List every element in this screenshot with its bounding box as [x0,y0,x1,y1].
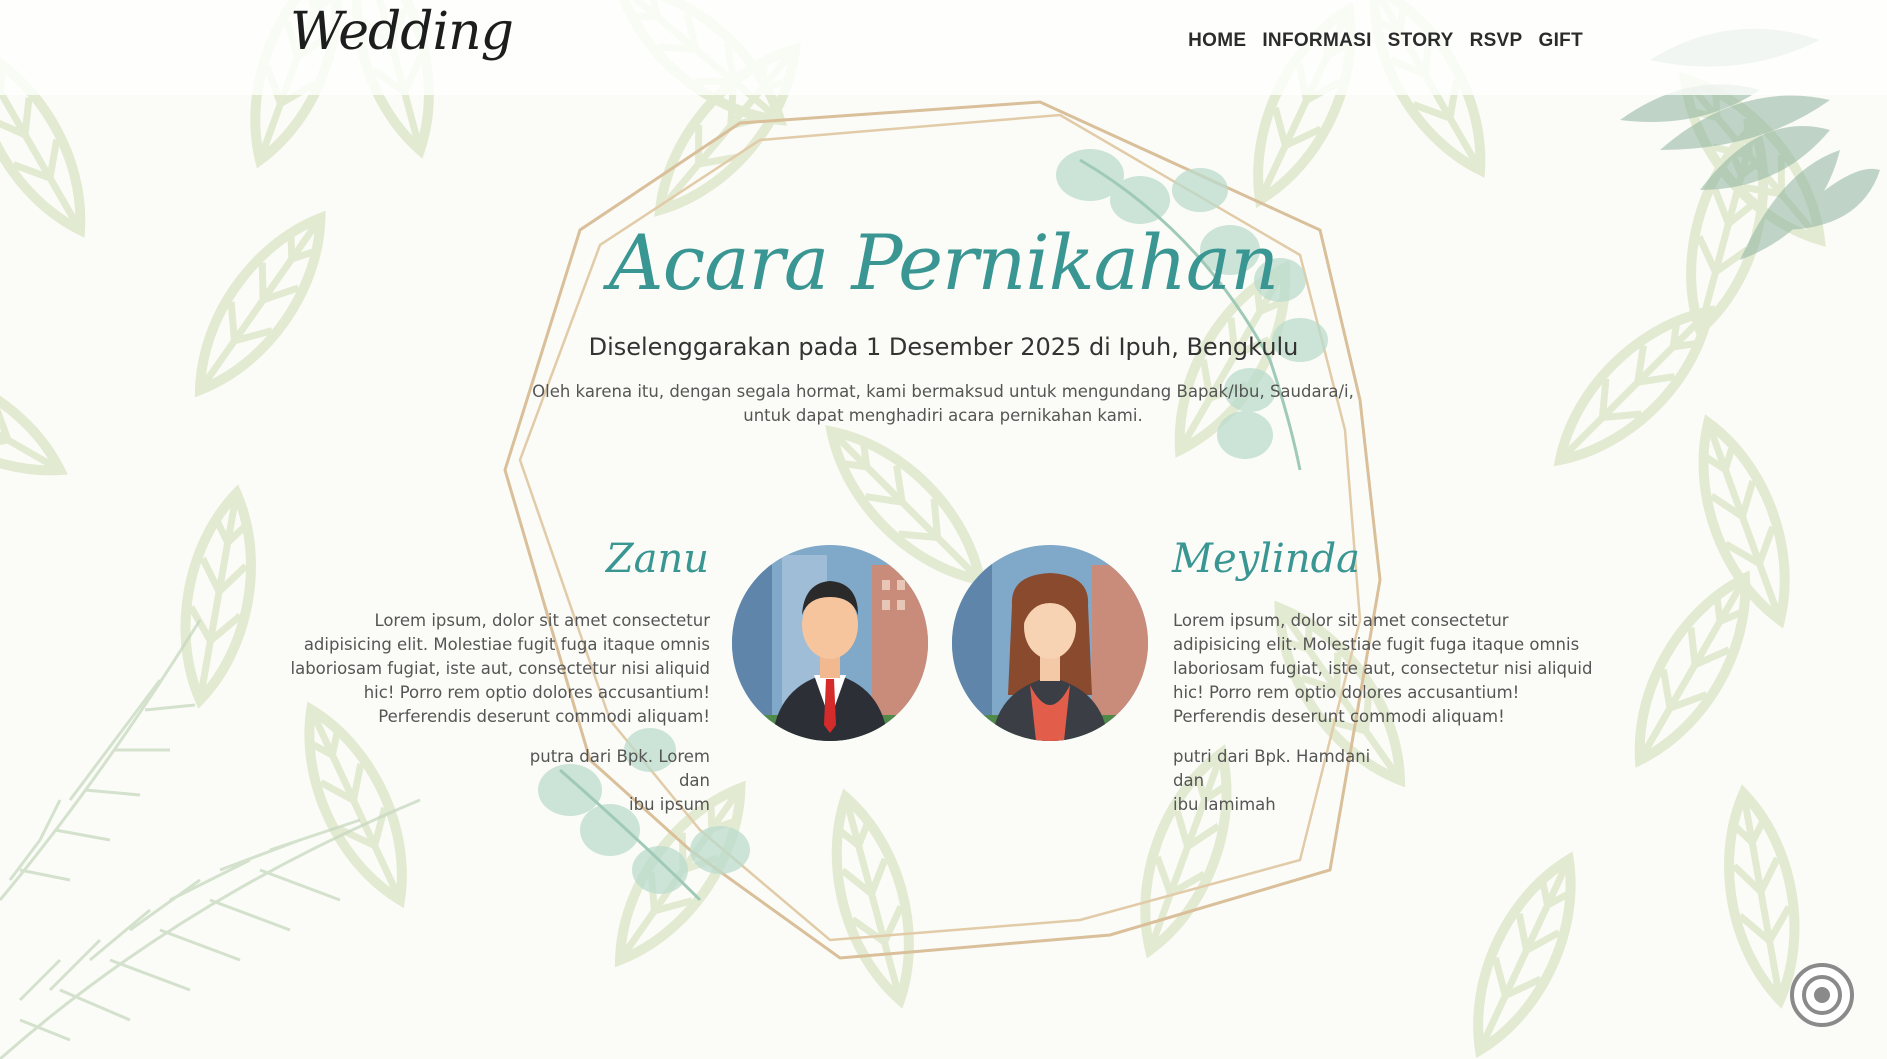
nav-links: HOME INFORMASI STORY RSVP GIFT [1188,30,1583,52]
bride-bio: Lorem ipsum, dolor sit amet consectetur … [1173,611,1593,726]
nav-story[interactable]: STORY [1388,30,1454,52]
nav-informasi[interactable]: INFORMASI [1262,30,1371,52]
groom-parents-and: dan [678,771,710,790]
groom-parents: putra dari Bpk. Lorem dan ibu ipsum [290,745,710,817]
audio-toggle-icon [1790,963,1854,1027]
bride-parents-mother: ibu lamimah [1173,795,1276,814]
audio-toggle-button[interactable] [1788,961,1856,1029]
brand-logo[interactable]: Wedding [290,2,514,62]
groom-parents-father: putra dari Bpk. Lorem [529,747,710,766]
bride-avatar [952,545,1148,741]
top-navbar: Wedding HOME INFORMASI STORY RSVP GIFT [0,0,1887,95]
page-title: Acara Pernikahan [608,218,1279,307]
bride-parents-and: dan [1173,771,1205,790]
bride-parents: putri dari Bpk. Hamdani dan ibu lamimah [1173,745,1593,817]
nav-rsvp[interactable]: RSVP [1470,30,1523,52]
nav-gift[interactable]: GIFT [1539,30,1583,52]
invitation-text: Oleh karena itu, dengan segala hormat, k… [532,382,1354,425]
groom-name: Zanu [605,536,709,582]
event-section: Acara Pernikahan Diselenggarakan pada 1 … [0,0,1887,1059]
groom-bio: Lorem ipsum, dolor sit amet consectetur … [290,611,710,726]
groom-avatar [732,545,928,741]
groom-parents-mother: ibu ipsum [629,795,710,814]
event-subtitle: Diselenggarakan pada 1 Desember 2025 di … [588,333,1299,361]
bride-name: Meylinda [1172,536,1361,582]
bride-parents-father: putri dari Bpk. Hamdani [1173,747,1371,766]
nav-home[interactable]: HOME [1188,30,1246,52]
